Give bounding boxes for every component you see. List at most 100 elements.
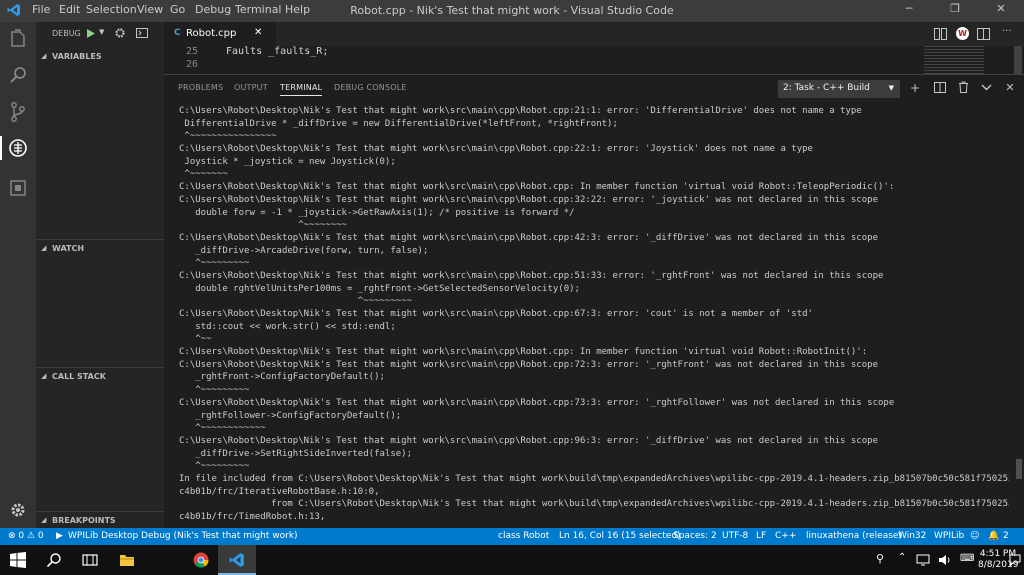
vscode-taskbar-button[interactable]	[218, 545, 256, 575]
wpilib-status[interactable]: WPILib	[934, 531, 964, 541]
language-mode[interactable]: C++	[775, 531, 796, 541]
network-icon[interactable]	[916, 554, 930, 566]
debug-icon[interactable]	[6, 136, 30, 160]
debug-toolbar: DEBUG ▼	[36, 22, 164, 46]
chevron-down-icon[interactable]	[981, 84, 992, 91]
close-tab-icon[interactable]: ✕	[254, 27, 262, 38]
split-terminal-icon[interactable]	[934, 82, 946, 93]
tab-robot-cpp[interactable]: C Robot.cpp ✕	[164, 22, 276, 46]
problems-status[interactable]: ⊗ 0 ⚠ 0	[8, 531, 44, 541]
restore-button[interactable]: ❐	[932, 2, 978, 20]
terminal-line: ^~~~~~~~~~~~~~~~~	[179, 131, 277, 142]
call-stack-section-header[interactable]: ◢ CALL STACK	[36, 367, 164, 386]
feedback-smiley-icon[interactable]: ☺	[970, 531, 979, 541]
class-indicator[interactable]: class Robot	[498, 531, 549, 541]
terminal-scrollbar-thumb[interactable]	[1016, 459, 1022, 479]
title-bar: File Edit Selection View Go Debug Termin…	[0, 0, 1024, 22]
settings-gear-icon[interactable]	[6, 498, 30, 522]
terminal-line: _diffDrive->SetRightSideInverted(false);	[179, 448, 412, 459]
debug-target-status[interactable]: WPILib Desktop Debug (Nik's Test that mi…	[68, 531, 298, 541]
close-panel-icon[interactable]: ✕	[1003, 81, 1017, 95]
terminal-line: _rghtFollower->ConfigFactoryDefault();	[179, 410, 402, 421]
action-center-icon[interactable]	[1009, 554, 1021, 566]
file-explorer-icon[interactable]	[119, 552, 135, 568]
terminal-output[interactable]: C:\Users\Robot\Desktop\Nik's Test that m…	[179, 105, 1009, 529]
chevron-down-icon: ◢	[41, 244, 47, 252]
search-icon[interactable]	[46, 552, 62, 568]
explorer-icon[interactable]	[6, 28, 30, 52]
start-debugging-icon[interactable]	[86, 28, 96, 39]
bottom-panel: PROBLEMS OUTPUT TERMINAL DEBUG CONSOLE 2…	[164, 74, 1024, 529]
code-editor[interactable]: 25 Faults _faults_R; 26	[164, 46, 1024, 74]
activity-bar	[0, 22, 36, 528]
terminal-line: std::cout << work.str() << std::endl;	[179, 321, 396, 332]
close-window-button[interactable]: ✕	[978, 2, 1024, 20]
terminal-line: double rghtVelUnitsPer100ms = _rghtFront…	[179, 283, 580, 294]
chevron-down-icon: ◢	[41, 52, 47, 60]
debug-settings-icon[interactable]	[114, 27, 126, 39]
trash-icon[interactable]	[958, 81, 969, 93]
minimize-button[interactable]: ─	[886, 2, 932, 20]
notification-bell-icon[interactable]: 🔔	[988, 531, 999, 541]
new-terminal-icon[interactable]: +	[908, 81, 922, 95]
terminal-line: C:\Users\Robot\Desktop\Nik's Test that m…	[179, 194, 878, 205]
editor-scrollbar[interactable]	[1014, 46, 1022, 74]
terminal-line: C:\Users\Robot\Desktop\Nik's Test that m…	[179, 182, 895, 193]
variables-section-header[interactable]: ◢ VARIABLES	[36, 48, 164, 66]
search-icon[interactable]	[6, 64, 30, 88]
build-config-status[interactable]: linuxathena (release)	[806, 531, 902, 541]
terminal-line: C:\Users\Robot\Desktop\Nik's Test that m…	[179, 106, 862, 116]
panel-header: PROBLEMS OUTPUT TERMINAL DEBUG CONSOLE 2…	[164, 75, 1024, 101]
terminal-line: ^~~~~~~~	[179, 169, 228, 180]
indentation-status[interactable]: Spaces: 2	[673, 531, 717, 541]
minimap[interactable]	[924, 46, 984, 74]
debug-title: DEBUG	[52, 29, 81, 38]
terminal-line: C:\Users\Robot\Desktop\Nik's Test that m…	[179, 435, 878, 446]
vscode-logo-icon	[229, 553, 244, 567]
windows-start-icon[interactable]	[10, 552, 26, 568]
split-editor-icon[interactable]	[977, 28, 990, 40]
editor-tabs: C Robot.cpp ✕ W ···	[164, 22, 1024, 46]
terminal-line: ^~~~~~~~~~	[179, 461, 250, 472]
wpilib-avatar[interactable]: W	[956, 27, 969, 40]
tab-output[interactable]: OUTPUT	[234, 83, 268, 92]
terminal-line: C:\Users\Robot\Desktop\Nik's Test that m…	[179, 144, 813, 155]
tab-debug-console[interactable]: DEBUG CONSOLE	[334, 83, 407, 92]
terminal-line: _rghtFront->ConfigFactoryDefault();	[179, 372, 385, 383]
terminal-line: c4b01b/frc/TimedRobot.h:13,	[179, 512, 326, 522]
terminal-line: DifferentialDrive * _diffDrive = new Dif…	[179, 118, 618, 129]
cpp-file-icon: C	[174, 28, 181, 38]
terminal-line: Joystick * _joystick = new Joystick(0);	[179, 156, 396, 167]
terminal-line: double forw = -1 * _joystick->GetRawAxis…	[179, 207, 575, 218]
config-dropdown-icon[interactable]: ▼	[99, 28, 104, 36]
tab-problems[interactable]: PROBLEMS	[178, 83, 223, 92]
volume-icon[interactable]	[938, 554, 952, 566]
terminal-line: _diffDrive->ArcadeDrive(forw, turn, fals…	[179, 245, 429, 256]
extensions-icon[interactable]	[6, 176, 30, 200]
compare-changes-icon[interactable]	[934, 28, 947, 40]
debug-console-icon[interactable]	[136, 28, 148, 38]
task-view-icon[interactable]	[82, 552, 98, 568]
source-control-icon[interactable]	[6, 100, 30, 124]
tab-terminal[interactable]: TERMINAL	[280, 83, 323, 96]
show-hidden-icons-icon[interactable]: ⌃	[898, 552, 906, 563]
chrome-icon[interactable]	[193, 552, 209, 568]
terminal-line: ^~~~~~~~~~	[179, 296, 412, 307]
cursor-position[interactable]: Ln 16, Col 16 (15 selected)	[559, 531, 681, 541]
terminal-select[interactable]: 2: Task - C++ Build ▼	[778, 80, 900, 98]
more-actions-icon[interactable]: ···	[1002, 26, 1012, 37]
notification-count[interactable]: 2	[1003, 531, 1009, 541]
eol-status[interactable]: LF	[756, 531, 766, 541]
chevron-down-icon: ◢	[41, 372, 47, 380]
platform-status[interactable]: Win32	[898, 531, 926, 541]
code-line: Faults _faults_R;	[226, 46, 329, 57]
debug-sidebar: DEBUG ▼ ◢ VARIABLES ◢ WATCH ◢ CALL STACK…	[36, 22, 164, 528]
input-language-icon[interactable]: ⌨	[960, 553, 974, 564]
status-bar: ⊗ 0 ⚠ 0 ▶ WPILib Desktop Debug (Nik's Te…	[0, 528, 1024, 545]
line-number: 25	[186, 46, 199, 57]
people-icon[interactable]: ⚲	[876, 552, 884, 565]
terminal-line: C:\Users\Robot\Desktop\Nik's Test that m…	[179, 359, 878, 370]
watch-section-header[interactable]: ◢ WATCH	[36, 239, 164, 258]
encoding-status[interactable]: UTF-8	[722, 531, 748, 541]
debug-launch-icon: ▶	[56, 531, 63, 541]
